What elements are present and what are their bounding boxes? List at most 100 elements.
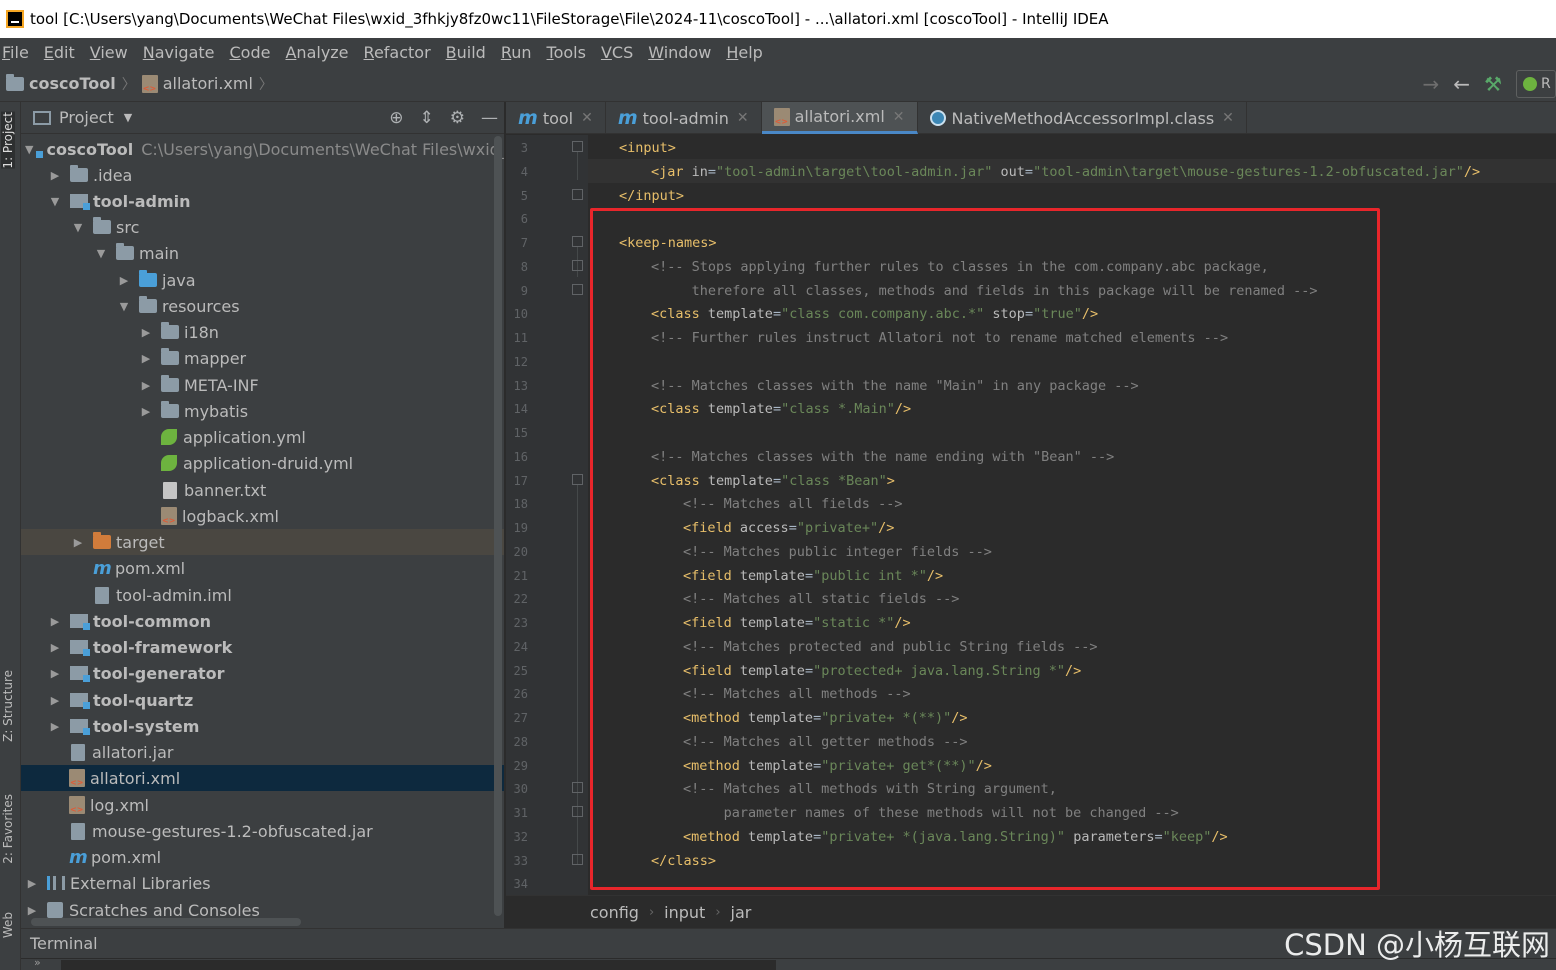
expanded-arrow-icon[interactable]: ▼ (117, 300, 131, 313)
fold-toggle-icon[interactable] (572, 474, 583, 485)
tree-node-logback-xml[interactable]: logback.xml (21, 503, 504, 529)
tab-allatori-xml[interactable]: allatori.xml ✕ (761, 102, 918, 134)
collapsed-arrow-icon[interactable]: ▶ (139, 379, 153, 392)
locate-target-icon[interactable]: ⊕ (389, 108, 403, 128)
fold-toggle-icon[interactable] (572, 141, 583, 152)
run-configuration-selector[interactable]: R (1516, 70, 1556, 98)
tree-node-tool-system[interactable]: ▶ tool-system (21, 713, 504, 739)
menu-help[interactable]: Help (726, 43, 762, 62)
navigate-back-icon[interactable]: ← (1453, 72, 1470, 96)
stripe-favorites-tab[interactable]: 2: Favorites (1, 794, 15, 864)
menu-tools[interactable]: Tools (547, 43, 586, 62)
tree-node-external-libraries[interactable]: ▶ External Libraries (21, 870, 504, 896)
menu-code[interactable]: Code (230, 43, 271, 62)
fold-toggle-icon[interactable] (572, 806, 583, 817)
expand-toggle-icon[interactable]: » (34, 956, 41, 969)
tree-node-application-druid-yml[interactable]: application-druid.yml (21, 450, 504, 476)
tree-node-tool-quartz[interactable]: ▶ tool-quartz (21, 687, 504, 713)
tree-node-pom-xml-admin[interactable]: m pom.xml (21, 555, 504, 581)
chevron-down-icon[interactable]: ▼ (124, 111, 132, 124)
expanded-arrow-icon[interactable]: ▼ (25, 143, 33, 156)
menu-build[interactable]: Build (446, 43, 486, 62)
close-icon[interactable]: ✕ (1222, 110, 1234, 126)
tab-native-method-accessor[interactable]: NativeMethodAccessorImpl.class ✕ (918, 102, 1247, 134)
tree-node-obfuscated-jar[interactable]: mouse-gestures-1.2-obfuscated.jar (21, 818, 504, 844)
fold-toggle-icon[interactable] (572, 189, 583, 200)
collapsed-arrow-icon[interactable]: ▶ (139, 405, 153, 418)
tab-tool-admin[interactable]: m tool-admin ✕ (606, 102, 762, 134)
stripe-structure-tab[interactable]: Z: Structure (1, 670, 15, 742)
menu-analyze[interactable]: Analyze (285, 43, 348, 62)
project-panel-title[interactable]: Project (59, 108, 114, 127)
stripe-web-tab[interactable]: Web (1, 912, 15, 938)
tree-node-mybatis[interactable]: ▶ mybatis (21, 398, 504, 424)
collapsed-arrow-icon[interactable]: ▶ (117, 274, 131, 287)
breadcrumb-config[interactable]: config (590, 903, 639, 922)
fold-toggle-icon[interactable] (572, 236, 583, 247)
project-horizontal-scrollbar[interactable] (31, 918, 301, 926)
tree-node-resources[interactable]: ▼ resources (21, 293, 504, 319)
collapsed-arrow-icon[interactable]: ▶ (48, 694, 62, 707)
tree-node-idea[interactable]: ▶ .idea (21, 162, 504, 188)
tree-node-application-yml[interactable]: application.yml (21, 424, 504, 450)
menu-edit[interactable]: Edit (44, 43, 75, 62)
fold-toggle-icon[interactable] (572, 782, 583, 793)
tree-node-tool-generator[interactable]: ▶ tool-generator (21, 660, 504, 686)
expanded-arrow-icon[interactable]: ▼ (71, 221, 85, 234)
tree-node-tool-framework[interactable]: ▶ tool-framework (21, 634, 504, 660)
close-icon[interactable]: ✕ (581, 110, 593, 126)
tree-node-tool-admin[interactable]: ▼ tool-admin (21, 188, 504, 214)
terminal-tab[interactable]: Terminal (30, 934, 98, 953)
build-hammer-icon[interactable]: ⚒ (1484, 72, 1502, 96)
breadcrumb-jar[interactable]: jar (731, 903, 752, 922)
tree-node-tool-admin-iml[interactable]: tool-admin.iml (21, 582, 504, 608)
nav-crumb-file[interactable]: allatori.xml (141, 74, 253, 93)
collapsed-arrow-icon[interactable]: ▶ (48, 720, 62, 733)
fold-toggle-icon[interactable] (572, 854, 583, 865)
tree-node-src[interactable]: ▼ src (21, 214, 504, 240)
tree-node-allatori-jar[interactable]: allatori.jar (21, 739, 504, 765)
tree-node-i18n[interactable]: ▶ i18n (21, 319, 504, 345)
tree-node-main[interactable]: ▼ main (21, 240, 504, 266)
collapsed-arrow-icon[interactable]: ▶ (139, 352, 153, 365)
hide-panel-icon[interactable]: — (481, 108, 498, 128)
fold-toggle-icon[interactable] (572, 260, 583, 271)
close-icon[interactable]: ✕ (737, 110, 749, 126)
menu-file[interactable]: File (2, 43, 29, 62)
tree-node-cosco-tool[interactable]: ▼ coscoTool C:\Users\yang\Documents\WeCh… (21, 136, 504, 162)
tab-tool[interactable]: m tool ✕ (506, 102, 606, 134)
menu-refactor[interactable]: Refactor (364, 43, 431, 62)
tree-node-pom-xml-root[interactable]: m pom.xml (21, 844, 504, 870)
nav-crumb-project[interactable]: coscoTool (6, 73, 116, 93)
collapsed-arrow-icon[interactable]: ▶ (48, 641, 62, 654)
tree-node-tool-common[interactable]: ▶ tool-common (21, 608, 504, 634)
close-icon[interactable]: ✕ (893, 109, 905, 125)
menu-vcs[interactable]: VCS (601, 43, 633, 62)
menu-navigate[interactable]: Navigate (143, 43, 215, 62)
collapsed-arrow-icon[interactable]: ▶ (48, 615, 62, 628)
collapsed-arrow-icon[interactable]: ▶ (139, 326, 153, 339)
menu-view[interactable]: View (90, 43, 128, 62)
collapsed-arrow-icon[interactable]: ▶ (48, 169, 62, 182)
fold-toggle-icon[interactable] (572, 284, 583, 295)
tree-node-log-xml[interactable]: log.xml (21, 792, 504, 818)
stripe-project-tab[interactable]: 1: Project (1, 112, 15, 169)
tree-node-meta-inf[interactable]: ▶ META-INF (21, 372, 504, 398)
expanded-arrow-icon[interactable]: ▼ (94, 247, 108, 260)
tree-node-java[interactable]: ▶ java (21, 267, 504, 293)
collapse-all-icon[interactable]: ⇕ (420, 108, 434, 128)
collapsed-arrow-icon[interactable]: ▶ (25, 877, 39, 890)
expanded-arrow-icon[interactable]: ▼ (48, 195, 62, 208)
code-editor-area[interactable]: <input> <jar in="tool-admin\target\tool-… (588, 135, 1556, 895)
collapsed-arrow-icon[interactable]: ▶ (71, 536, 85, 549)
menu-run[interactable]: Run (501, 43, 532, 62)
gear-icon[interactable]: ⚙ (450, 108, 465, 128)
menu-window[interactable]: Window (648, 43, 711, 62)
tree-node-banner-txt[interactable]: banner.txt (21, 477, 504, 503)
collapsed-arrow-icon[interactable]: ▶ (48, 667, 62, 680)
collapsed-arrow-icon[interactable]: ▶ (25, 904, 39, 917)
tree-node-allatori-xml[interactable]: allatori.xml (21, 765, 504, 791)
navigate-forward-icon[interactable]: → (1423, 72, 1440, 96)
tree-node-mapper[interactable]: ▶ mapper (21, 345, 504, 371)
breadcrumb-input[interactable]: input (664, 903, 705, 922)
